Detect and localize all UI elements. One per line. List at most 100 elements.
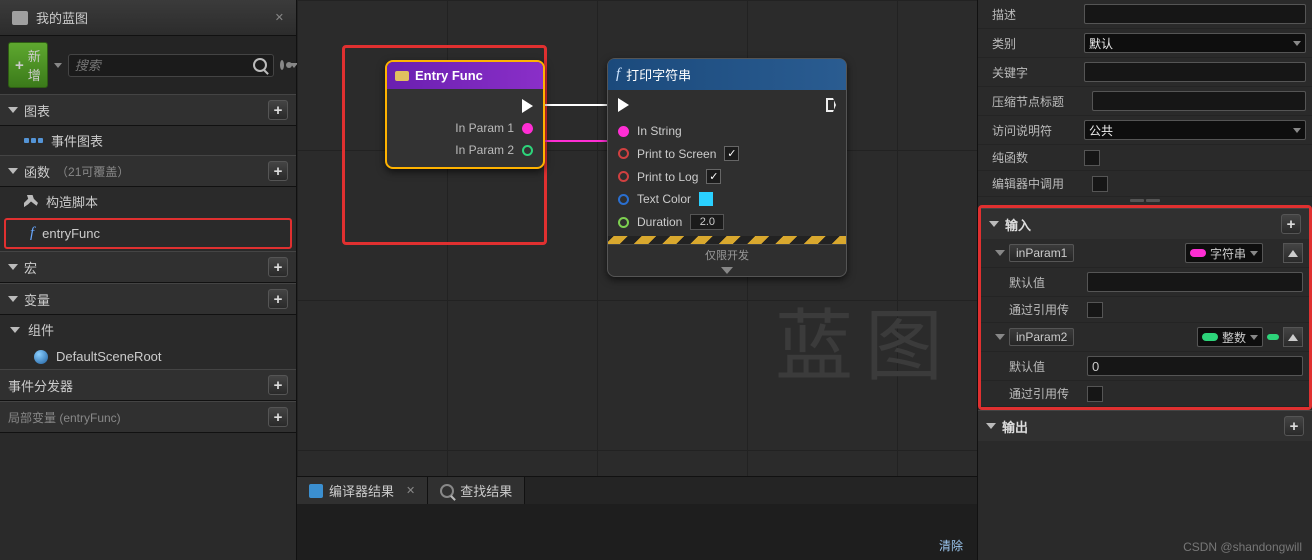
add-macro-button[interactable]: + [268,257,288,277]
float-pin-icon [618,217,629,228]
text-color-pin[interactable]: Text Color [618,188,836,210]
prop-category: 类别 默认 [978,29,1312,58]
inputs-section-header[interactable]: 输入 + [981,208,1309,239]
node-header[interactable]: f 打印字符串 [608,59,846,90]
param1-pin[interactable]: In Param 1 [397,117,533,139]
print-screen-pin[interactable]: Print to Screen ✓ [618,142,836,165]
category-combo[interactable]: 默认 [1084,33,1306,53]
section-charts[interactable]: 图表 + [0,94,296,126]
print-string-node[interactable]: f 打印字符串 In String Print to Screen ✓ Print… [607,58,847,277]
checkbox[interactable]: ✓ [706,169,721,184]
graph-icon [24,138,43,143]
pin-color-icon [1267,334,1279,340]
search-input[interactable] [75,58,253,73]
add-new-button[interactable]: + 新增 [8,42,48,88]
node-title: 打印字符串 [626,65,691,84]
compact-input[interactable] [1092,91,1306,111]
default-scene-root-item[interactable]: DefaultSceneRoot [0,344,296,369]
expand-icon[interactable] [995,250,1005,256]
section-dispatchers[interactable]: 事件分发器 + [0,369,296,401]
clear-link[interactable]: 清除 [939,537,963,554]
entry-func-item[interactable]: f entryFunc [4,218,292,249]
components-item[interactable]: 组件 [0,315,296,344]
close-icon[interactable]: ✕ [275,11,284,24]
pin-label: In Param 1 [455,121,514,135]
duration-pin[interactable]: Duration 2.0 [618,210,836,234]
exec-in-pin[interactable] [618,98,629,112]
in-string-pin[interactable]: In String [618,120,836,142]
override-count: （21可覆盖） [56,163,129,180]
panel-header: 我的蓝图 ✕ [0,0,296,36]
byref-checkbox[interactable] [1087,302,1103,318]
entry-func-node[interactable]: Entry Func In Param 1 In Param 2 [385,60,545,169]
section-macros[interactable]: 宏 + [0,251,296,283]
input-param-2: inParam2 整数 [981,323,1309,352]
param-name-button[interactable]: inParam2 [1009,328,1074,346]
param2-pin[interactable]: In Param 2 [397,139,533,161]
exec-out-pin[interactable] [397,95,533,117]
drag-handle[interactable] [1125,199,1165,203]
section-functions[interactable]: 函数 （21可覆盖） + [0,155,296,187]
pin-label: Duration [637,215,682,229]
expand-icon [8,296,18,302]
add-dispatcher-button[interactable]: + [268,375,288,395]
compiler-results-tab[interactable]: 编译器结果 ✕ [297,477,428,504]
exec-out-pin[interactable] [826,98,836,112]
wrench-icon [24,195,38,209]
pin-label: Print to Screen [637,147,716,161]
construct-script-item[interactable]: 构造脚本 [0,187,296,216]
add-function-button[interactable]: + [268,161,288,181]
graph-canvas[interactable]: 蓝图 Entry Func In Param 1 In Param 2 f [297,0,977,476]
string-type-icon [1190,249,1206,257]
byref-checkbox[interactable] [1087,386,1103,402]
prop-label: 编辑器中调用 [992,175,1092,192]
prop-label: 关键字 [992,64,1084,81]
int-type-icon [1202,333,1218,341]
close-icon[interactable]: ✕ [406,484,415,497]
section-variables[interactable]: 变量 + [0,283,296,315]
keywords-input[interactable] [1084,62,1306,82]
search-box[interactable] [68,54,274,77]
outputs-section-header[interactable]: 输出 + [978,410,1312,441]
exec-pin-icon [522,99,533,113]
input1-default: 默认值 [981,268,1309,297]
expand-icon [8,264,18,270]
move-up-button[interactable] [1283,243,1303,263]
combo-text: 公共 [1089,122,1289,139]
add-chart-button[interactable]: + [268,100,288,120]
default-value-input[interactable] [1087,356,1303,376]
section-label: 变量 [24,290,50,309]
param-type-combo[interactable]: 字符串 [1185,243,1263,263]
eye-icon[interactable] [280,60,284,70]
sphere-icon [34,350,48,364]
prop-label: 类别 [992,35,1084,52]
expand-arrow-icon[interactable] [721,267,733,274]
color-swatch[interactable] [699,192,713,206]
credit-watermark: CSDN @shandongwill [1183,540,1302,554]
pure-checkbox[interactable] [1084,150,1100,166]
find-results-tab[interactable]: 查找结果 [428,477,525,504]
description-input[interactable] [1084,4,1306,24]
checkbox[interactable]: ✓ [724,146,739,161]
move-up-button[interactable] [1283,327,1303,347]
editor-call-checkbox[interactable] [1092,176,1108,192]
param-type-combo[interactable]: 整数 [1197,327,1263,347]
right-details-panel: 描述 类别 默认 关键字 压缩节点标题 访问说明符 公共 纯函数 编辑器中调用 … [977,0,1312,560]
default-value-input[interactable] [1087,272,1303,292]
chevron-down-icon [1293,128,1301,133]
expand-icon[interactable] [995,334,1005,340]
add-local-var-button[interactable]: + [268,407,288,427]
node-header[interactable]: Entry Func [387,62,543,89]
duration-input[interactable]: 2.0 [690,214,724,230]
add-input-button[interactable]: + [1281,214,1301,234]
print-log-pin[interactable]: Print to Log✓ [618,165,836,188]
chevron-down-icon[interactable] [54,63,62,68]
section-local-vars[interactable]: 局部变量 (entryFunc) + [0,401,296,433]
access-combo[interactable]: 公共 [1084,120,1306,140]
item-label: 构造脚本 [46,192,98,211]
event-graph-item[interactable]: 事件图表 [0,126,296,155]
param-name-button[interactable]: inParam1 [1009,244,1074,262]
folder-icon [395,71,409,81]
add-output-button[interactable]: + [1284,416,1304,436]
add-variable-button[interactable]: + [268,289,288,309]
